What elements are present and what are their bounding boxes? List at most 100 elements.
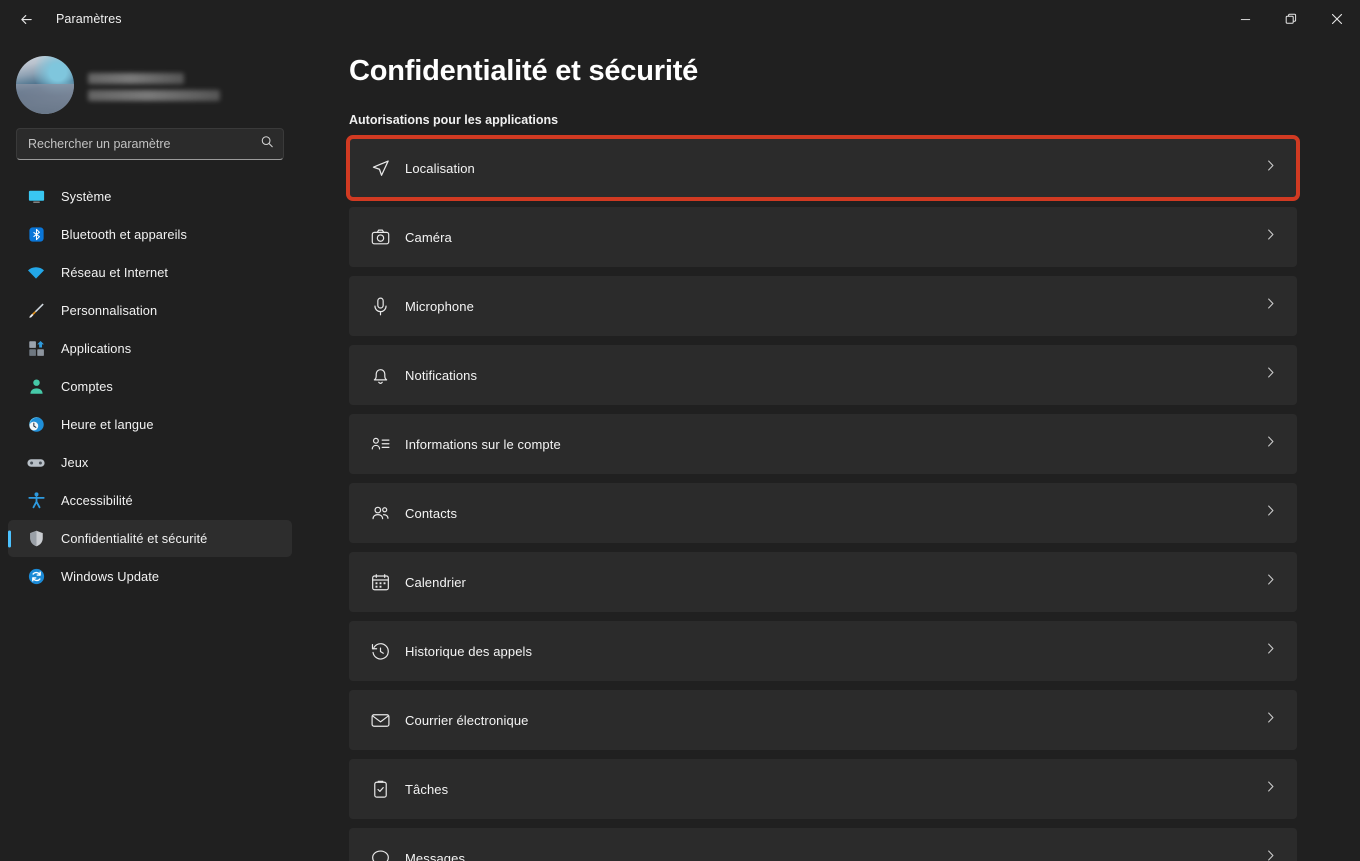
permission-row-historique-appels[interactable]: Historique des appels [349,621,1297,681]
back-button[interactable] [8,4,44,34]
permission-row-informations-compte[interactable]: Informations sur le compte [349,414,1297,474]
chevron-right-icon [1264,159,1277,177]
permission-row-camera[interactable]: Caméra [349,207,1297,267]
chevron-right-icon [1264,435,1277,453]
gamepad-icon [24,451,48,475]
title-bar: Paramètres [0,0,1360,38]
sidebar-item-personnalisation[interactable]: Personnalisation [8,292,292,329]
permission-row-messages[interactable]: Messages [349,828,1297,861]
permission-row-label: Courrier électronique [405,712,529,728]
sidebar-item-label: Confidentialité et sécurité [61,531,208,546]
permission-row-label: Informations sur le compte [405,436,561,452]
mail-icon [367,707,393,733]
sidebar-item-jeux[interactable]: Jeux [8,444,292,481]
accessibility-icon [24,489,48,513]
avatar [16,56,74,114]
permission-row-label: Localisation [405,160,475,176]
permission-row-taches[interactable]: Tâches [349,759,1297,819]
wifi-icon [24,261,48,285]
permission-row-notifications[interactable]: Notifications [349,345,1297,405]
permission-row-courrier-electronique[interactable]: Courrier électronique [349,690,1297,750]
search-input[interactable] [17,137,283,151]
window-controls [1222,0,1360,38]
paintbrush-icon [24,299,48,323]
page-title: Confidentialité et sécurité [349,55,699,87]
sidebar-item-label: Système [61,189,112,204]
sidebar-item-comptes[interactable]: Comptes [8,368,292,405]
search-box[interactable] [16,128,284,160]
settings-window: Paramètres Rechercher un paramètre Systè… [0,0,1360,861]
back-arrow-icon [20,14,32,24]
contacts-icon [367,500,393,526]
chevron-right-icon [1264,780,1277,798]
minimize-button[interactable] [1222,0,1268,38]
sidebar: Système Bluetooth et appareils Rése [0,38,300,861]
bluetooth-icon [24,223,48,247]
sidebar-item-bluetooth[interactable]: Bluetooth et appareils [8,216,292,253]
chevron-right-icon [1264,297,1277,315]
chevron-right-icon [1264,504,1277,522]
account-info-icon [367,431,393,457]
person-icon [24,375,48,399]
sidebar-item-label: Applications [61,341,132,356]
chevron-right-icon [1264,711,1277,729]
close-button[interactable] [1314,0,1360,38]
account-header[interactable] [0,38,300,114]
minimize-icon [1240,18,1250,20]
account-name-redacted [88,73,184,84]
bell-icon [367,362,393,388]
permission-row-label: Contacts [405,505,458,521]
sidebar-item-label: Réseau et Internet [61,265,169,280]
search-icon [260,135,274,154]
chevron-right-icon [1264,228,1277,246]
permission-row-label: Microphone [405,298,474,314]
calendar-icon [367,569,393,595]
permission-row-label: Messages [405,850,466,861]
sidebar-item-heure-langue[interactable]: Heure et langue [8,406,292,443]
location-arrow-icon [367,155,393,181]
maximize-button[interactable] [1268,0,1314,38]
sidebar-item-label: Jeux [61,455,89,470]
permissions-list: Localisation Caméra Microphone Notificat… [346,135,1300,861]
chevron-right-icon [1264,642,1277,660]
close-icon [1331,13,1343,25]
sidebar-nav: Système Bluetooth et appareils Réseau et… [0,178,300,595]
account-email-redacted [88,90,220,101]
sidebar-item-reseau[interactable]: Réseau et Internet [8,254,292,291]
permission-row-label: Historique des appels [405,643,533,659]
permission-row-calendrier[interactable]: Calendrier [349,552,1297,612]
chevron-right-icon [1264,849,1277,861]
permission-row-contacts[interactable]: Contacts [349,483,1297,543]
section-title: Autorisations pour les applications [349,113,559,127]
permission-row-microphone[interactable]: Microphone [349,276,1297,336]
sidebar-item-label: Accessibilité [61,493,133,508]
camera-icon [367,224,393,250]
permission-row-label: Calendrier [405,574,466,590]
call-history-icon [367,638,393,664]
sidebar-item-systeme[interactable]: Système [8,178,292,215]
apps-icon [24,337,48,361]
permission-row-localisation[interactable]: Localisation [346,135,1300,201]
clock-globe-icon [24,413,48,437]
restore-icon [1285,13,1297,24]
permission-row-label: Notifications [405,367,478,383]
account-text [88,69,220,101]
search-container [0,114,300,160]
sidebar-item-label: Personnalisation [61,303,158,318]
monitor-icon [24,185,48,209]
update-refresh-icon [24,565,48,589]
window-title: Paramètres [56,12,122,26]
sidebar-item-label: Bluetooth et appareils [61,227,187,242]
chevron-right-icon [1264,573,1277,591]
sidebar-item-label: Heure et langue [61,417,154,432]
shield-icon [24,527,48,551]
sidebar-item-applications[interactable]: Applications [8,330,292,367]
main-content: Confidentialité et sécurité Autorisation… [300,38,1360,861]
sidebar-item-accessibilite[interactable]: Accessibilité [8,482,292,519]
sidebar-item-label: Comptes [61,379,113,394]
microphone-icon [367,293,393,319]
sidebar-item-windows-update[interactable]: Windows Update [8,558,292,595]
sidebar-item-label: Windows Update [61,569,160,584]
sidebar-item-confidentialite-securite[interactable]: Confidentialité et sécurité [8,520,292,557]
permission-row-label: Caméra [405,229,452,245]
